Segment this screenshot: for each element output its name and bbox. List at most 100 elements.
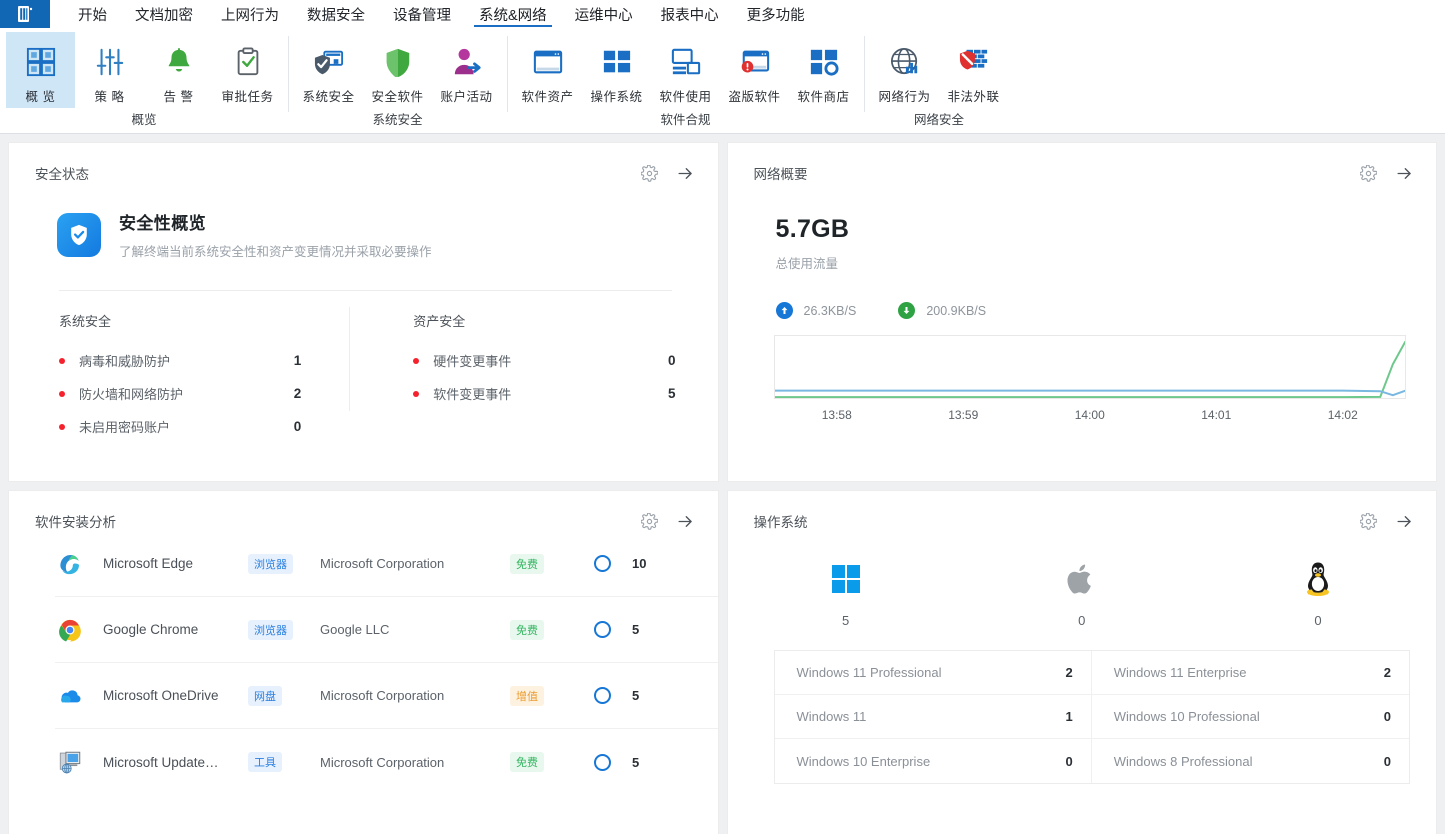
ribbon-item-shield-monitor[interactable]: 系统安全 (294, 32, 363, 108)
status-dot-icon (59, 357, 65, 364)
software-license-tag: 免费 (510, 553, 544, 574)
os-card-actions (1358, 511, 1414, 531)
menu-tab-3[interactable]: 数据安全 (293, 0, 379, 28)
os-version-count: 1 (1065, 709, 1073, 724)
ribbon-item-grid-overview[interactable]: 概 览 (6, 32, 75, 108)
shield-monitor-icon (314, 40, 344, 84)
menu-tab-1[interactable]: 文档加密 (121, 0, 207, 28)
software-row[interactable]: Microsoft Edge 浏览器 Microsoft Corporation 免费… (55, 531, 718, 597)
security-column-heading: 系统安全 (59, 314, 112, 329)
software-card-actions (640, 511, 696, 531)
upload-speed-value: 26.3KB/S (803, 303, 857, 318)
os-version-label: Windows 8 Professional (1113, 753, 1253, 769)
os-tile-windows[interactable]: 5 (728, 557, 964, 628)
security-metric-row[interactable]: 未启用密码账户 0 (59, 410, 363, 443)
os-version-cell[interactable]: Windows 11 Professional 2 (774, 651, 1092, 695)
os-version-cell[interactable]: Windows 10 Enterprise 0 (775, 739, 1092, 783)
gear-icon[interactable] (1358, 511, 1378, 531)
os-version-table: Windows 11 Professional 2 Windows 11 Enter… (773, 650, 1410, 784)
security-metric-row[interactable]: 病毒和威胁防护 1 (59, 344, 363, 377)
software-license-tag: 增值 (510, 685, 544, 706)
store-tiles-icon (809, 40, 839, 84)
security-card-header: 安全状态 (9, 143, 718, 183)
software-list: Microsoft Edge 浏览器 Microsoft Corporation 免费… (9, 531, 718, 795)
menu-tab-4[interactable]: 设备管理 (379, 0, 465, 28)
software-vendor: Microsoft Corporation (320, 754, 445, 770)
software-row[interactable]: Microsoft OneDrive 网盘 Microsoft Corporatio… (55, 663, 718, 729)
shield-green-icon (383, 40, 413, 84)
software-progress-ring-wrap (572, 753, 632, 771)
security-column-heading: 资产安全 (413, 314, 466, 329)
ribbon-item-store-tiles[interactable]: 软件商店 (789, 32, 858, 108)
software-install-count: 5 (632, 688, 640, 703)
ribbon-group-1: 系统安全 安全软件 账户活动 系统安全 (288, 28, 507, 134)
menu-tab-6[interactable]: 运维中心 (561, 0, 647, 28)
status-dot-icon (413, 390, 420, 397)
app-logo[interactable] (0, 0, 50, 28)
ring-icon (593, 621, 611, 638)
os-tile-linux-penguin[interactable]: 0 (1200, 557, 1436, 628)
gear-icon[interactable] (640, 163, 660, 183)
os-tile-apple[interactable]: 0 (964, 557, 1200, 628)
os-version-count: 0 (1383, 709, 1391, 724)
ribbon-item-firewall-block[interactable]: 非法外联 (939, 32, 1008, 108)
ribbon-item-window-asset[interactable]: 软件资产 (513, 32, 582, 108)
ribbon-item-label: 策 略 (94, 90, 125, 104)
onedrive-icon (55, 684, 85, 708)
ribbon-item-sliders-policy[interactable]: 策 略 (75, 32, 144, 108)
gear-icon[interactable] (640, 511, 660, 531)
network-overview-card: 网络概要 5.7GB 总使用流量 26.3KB/S 200.9KB/S 13:5… (726, 142, 1437, 482)
chart-x-tick: 13:58 (821, 408, 852, 422)
menu-tab-8[interactable]: 更多功能 (733, 0, 819, 28)
software-license-tag: 免费 (510, 619, 544, 640)
os-version-cell[interactable]: Windows 11 1 (774, 695, 1092, 739)
ribbon-item-bell-alert[interactable]: 告 警 (144, 32, 213, 108)
security-metric-row[interactable]: 硬件变更事件 0 (413, 344, 717, 377)
software-license-tag-wrap: 免费 (510, 619, 572, 640)
security-column-1: 资产安全硬件变更事件 0 软件变更事件 5 (349, 307, 717, 443)
firewall-block-icon (959, 40, 989, 84)
ribbon-item-globe-chart[interactable]: 网络行为 (870, 32, 939, 108)
software-category-tag-wrap: 网盘 (248, 685, 320, 706)
software-license-tag-wrap: 免费 (510, 752, 572, 772)
software-row[interactable]: Google Chrome 浏览器 Google LLC 免费 5 (55, 597, 718, 663)
ribbon-item-clipboard-check[interactable]: 审批任务 (213, 32, 282, 108)
ribbon-item-label: 网络行为 (878, 90, 931, 104)
os-version-count: 2 (1383, 665, 1391, 680)
os-version-label: Windows 10 Enterprise (796, 753, 931, 769)
menu-bar: 开始 文档加密 上网行为 数据安全 设备管理 系统&网络 运维中心 报表中心 更多功能 (0, 0, 1445, 28)
gear-icon[interactable] (1358, 163, 1378, 183)
software-card-title: 软件安装分析 (35, 515, 116, 530)
menu-tab-5[interactable]: 系统&网络 (465, 0, 561, 28)
software-row[interactable]: Microsoft Update… 工具 Microsoft Corporation… (55, 729, 718, 795)
menu-tab-2[interactable]: 上网行为 (207, 0, 293, 28)
menu-tab-0[interactable]: 开始 (64, 0, 121, 28)
arrow-right-icon[interactable] (1394, 511, 1414, 531)
ribbon-item-windows-tiles[interactable]: 操作系统 (582, 32, 651, 108)
software-name: Microsoft Edge (103, 556, 194, 571)
arrow-down-circle-icon (898, 302, 916, 319)
security-hero-text: 安全性概览 了解终端当前系统安全性和资产变更情况并采取必要操作 (119, 209, 432, 260)
security-metric-row[interactable]: 软件变更事件 5 (413, 377, 717, 410)
ribbon-item-monitor-usage[interactable]: 软件使用 (651, 32, 720, 108)
globe-chart-icon (890, 40, 920, 84)
security-metric-row[interactable]: 防火墙和网络防护 2 (59, 377, 363, 410)
os-version-cell[interactable]: Windows 10 Professional 0 (1091, 695, 1409, 739)
software-progress-ring-wrap (572, 555, 632, 572)
menu-tab-7[interactable]: 报表中心 (647, 0, 733, 28)
os-version-cell[interactable]: Windows 8 Professional 0 (1092, 739, 1409, 783)
arrow-right-icon[interactable] (1394, 163, 1414, 183)
software-name: Microsoft Update… (103, 754, 219, 770)
download-speed-value: 200.9KB/S (926, 303, 987, 318)
ribbon-group-label: 软件合规 (660, 113, 711, 127)
arrow-right-icon[interactable] (676, 163, 696, 183)
software-install-count: 5 (632, 754, 640, 770)
ribbon-item-shield-green[interactable]: 安全软件 (363, 32, 432, 108)
os-version-cell[interactable]: Windows 11 Enterprise 2 (1091, 651, 1409, 695)
software-analysis-card: 软件安装分析 Microsoft Edge 浏览器 Microsoft Corpor… (8, 490, 719, 834)
update-icon (55, 749, 85, 775)
ribbon-item-window-warning[interactable]: 盗版软件 (720, 32, 789, 108)
ribbon-item-user-activity[interactable]: 账户活动 (432, 32, 501, 108)
arrow-right-icon[interactable] (676, 511, 696, 531)
network-card-actions (1358, 163, 1414, 183)
